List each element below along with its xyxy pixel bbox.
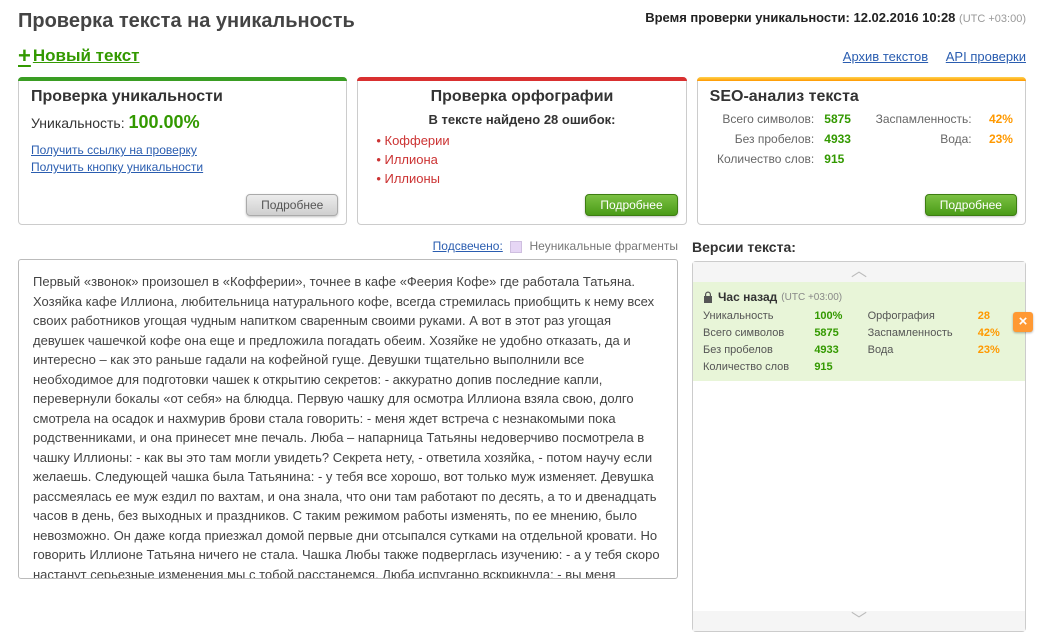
new-text-button[interactable]: + Новый текст (18, 43, 140, 69)
orthography-card: Проверка орфографии В тексте найдено 28 … (357, 77, 686, 225)
error-item: Иллиона (376, 152, 673, 167)
uniqueness-card: Проверка уникальности Уникальность: 100.… (18, 77, 347, 225)
highlight-label: Неуникальные фрагменты (529, 239, 678, 253)
seo-card: SEO-анализ текста Всего символов:5875Зас… (697, 77, 1026, 225)
more-button[interactable]: Подробнее (585, 194, 677, 216)
card-title: Проверка уникальности (31, 88, 334, 106)
highlight-swatch-icon (510, 241, 522, 253)
chevron-down-icon: ﹀ (851, 612, 867, 629)
more-button[interactable]: Подробнее (246, 194, 338, 216)
get-uniq-button-link[interactable]: Получить кнопку уникальности (31, 160, 334, 174)
text-content-box[interactable]: Первый «звонок» произошел в «Кофферии», … (18, 259, 678, 579)
uniqueness-value: Уникальность: 100.00% (31, 112, 334, 133)
version-item[interactable]: × Час назад (UTC +03:00) Уникальность100… (693, 282, 1025, 381)
versions-title: Версии текста: (692, 239, 1026, 255)
versions-panel: ︿ × Час назад (UTC +03:00) Уникальность1… (692, 261, 1026, 632)
archive-link[interactable]: Архив текстов (843, 49, 928, 64)
error-count: В тексте найдено 28 ошибок: (370, 112, 673, 127)
error-item: Иллионы (376, 171, 673, 186)
seo-stats: Всего символов:5875Заспамленность:42% Бе… (710, 112, 1013, 166)
card-title: Проверка орфографии (370, 88, 673, 106)
chevron-up-icon: ︿ (851, 263, 867, 280)
lock-icon (703, 291, 713, 303)
text-paragraph: Первый «звонок» произошел в «Кофферии», … (33, 272, 663, 579)
card-title: SEO-анализ текста (710, 88, 1013, 106)
highlight-toggle-link[interactable]: Подсвечено: (433, 239, 503, 253)
error-item: Кофферии (376, 133, 673, 148)
highlight-bar: Подсвечено: Неуникальные фрагменты (18, 239, 678, 253)
plus-icon: + (18, 43, 31, 69)
version-stats: Уникальность100%Орфография28 Всего симво… (703, 310, 1015, 373)
scroll-down-button[interactable]: ﹀ (693, 611, 1025, 631)
top-links: Архив текстов API проверки (829, 49, 1026, 64)
more-button[interactable]: Подробнее (925, 194, 1017, 216)
api-link[interactable]: API проверки (946, 49, 1026, 64)
version-header: Час назад (UTC +03:00) (703, 290, 1015, 304)
get-check-link[interactable]: Получить ссылку на проверку (31, 143, 334, 157)
error-list: Кофферии Иллиона Иллионы (370, 133, 673, 186)
scroll-up-button[interactable]: ︿ (693, 262, 1025, 282)
close-icon[interactable]: × (1013, 312, 1033, 332)
check-time: Время проверки уникальности: 12.02.2016 … (645, 10, 1026, 25)
page-title: Проверка текста на уникальность (18, 10, 355, 33)
